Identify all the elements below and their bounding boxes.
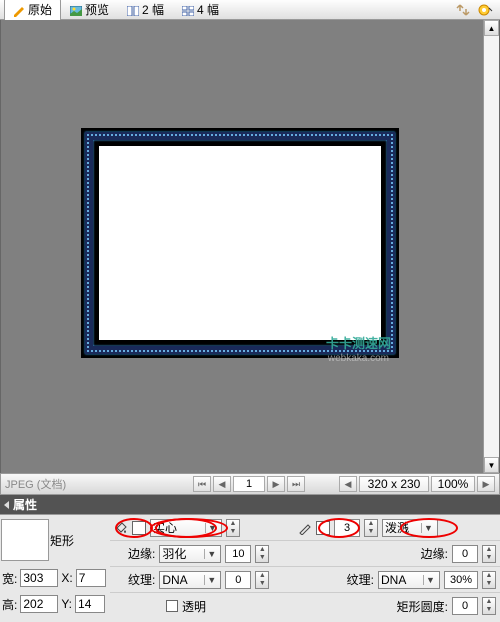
chevron-down-icon: ▼ <box>421 523 435 533</box>
texture-combo[interactable]: DNA▼ <box>159 571 221 589</box>
width-input[interactable]: 303 <box>20 569 58 587</box>
chevron-down-icon: ▼ <box>205 523 219 533</box>
tab-2up[interactable]: 2 幅 <box>118 0 173 21</box>
rect-round-label: 矩形圆度: <box>397 598 448 615</box>
height-input[interactable]: 202 <box>20 595 58 613</box>
shape-type-label: 矩形 <box>50 532 74 549</box>
stroke-texture-spinner[interactable]: ▲▼ <box>482 571 496 589</box>
properties-panel: 矩形 宽: 303 X: 7 高: 202 Y: 14 实心▼ ▲▼ 3 ▲▼ … <box>0 514 500 622</box>
chevron-down-icon: ▼ <box>204 575 218 585</box>
stroke-texture-label: 纹理: <box>347 571 374 588</box>
height-label: 高: <box>2 596 17 613</box>
collapse-icon <box>4 501 9 509</box>
nav-right-button[interactable]: ▶ <box>477 476 495 492</box>
stroke-texture-combo[interactable]: DNA▼ <box>378 571 440 589</box>
view-tabs: 原始 预览 2 幅 4 幅 <box>0 0 500 20</box>
settings-icon-button[interactable] <box>476 2 494 18</box>
export-icon-button[interactable] <box>454 2 472 18</box>
format-label: JPEG (文档) <box>5 476 191 492</box>
fill-mode-combo[interactable]: 实心▼ <box>150 519 222 537</box>
status-bar: JPEG (文档) ⏮ ◀ 1 ▶ ⏭ ◀ 320 x 230 100% ▶ <box>0 473 500 495</box>
edge-label: 边缘: <box>128 545 155 562</box>
tab-original[interactable]: 原始 <box>4 0 61 21</box>
first-page-button[interactable]: ⏮ <box>193 476 211 492</box>
zoom-display[interactable]: 100% <box>431 476 475 492</box>
page-number[interactable]: 1 <box>233 476 265 492</box>
watermark-sub: webkaka.com <box>328 353 389 364</box>
texture-amount-spinner[interactable]: ▲▼ <box>255 571 269 589</box>
width-label: 宽: <box>2 570 17 587</box>
stroke-texture-amount[interactable]: 30% <box>444 571 478 589</box>
fill-color-swatch[interactable] <box>132 521 146 535</box>
two-up-icon <box>127 5 139 15</box>
pencil-icon <box>298 521 312 535</box>
chevron-down-icon: ▼ <box>204 549 218 559</box>
stroke-edge-spinner[interactable]: ▲▼ <box>482 545 496 563</box>
vertical-scrollbar[interactable]: ▲ ▼ <box>483 20 499 473</box>
stroke-mode-combo[interactable]: 泼溅▼ <box>382 519 438 537</box>
properties-title: 属性 <box>13 496 37 513</box>
transparent-label: 透明 <box>182 598 206 615</box>
y-label: Y: <box>61 597 72 611</box>
tab-label: 2 幅 <box>142 1 164 18</box>
edge-amount-input[interactable]: 10 <box>225 545 251 563</box>
image-icon <box>70 5 82 15</box>
properties-header[interactable]: 属性 <box>0 495 500 514</box>
tab-preview[interactable]: 预览 <box>61 0 118 21</box>
stroke-edge-label: 边缘: <box>421 545 448 562</box>
shape-thumbnail[interactable] <box>1 519 49 561</box>
prev-page-button[interactable]: ◀ <box>213 476 231 492</box>
next-page-button[interactable]: ▶ <box>267 476 285 492</box>
tab-label: 4 幅 <box>197 1 219 18</box>
fill-mode-spinner[interactable]: ▲▼ <box>226 519 240 537</box>
document-preview[interactable]: 卡卡测速网 webkaka.com <box>81 128 399 358</box>
edge-mode-combo[interactable]: 羽化▼ <box>159 545 221 563</box>
scroll-up-icon[interactable]: ▲ <box>484 20 499 36</box>
transparent-checkbox[interactable] <box>166 600 178 612</box>
last-page-button[interactable]: ⏭ <box>287 476 305 492</box>
tab-label: 预览 <box>85 1 109 18</box>
texture-amount-input[interactable]: 0 <box>225 571 251 589</box>
y-input[interactable]: 14 <box>75 595 105 613</box>
tab-4up[interactable]: 4 幅 <box>173 0 228 21</box>
x-label: X: <box>61 571 72 585</box>
dimensions-display[interactable]: 320 x 230 <box>359 476 429 492</box>
edge-amount-spinner[interactable]: ▲▼ <box>255 545 269 563</box>
nav-left-button[interactable]: ◀ <box>339 476 357 492</box>
stroke-color-swatch[interactable] <box>316 521 330 535</box>
watermark-text: 卡卡测速网 <box>326 333 391 352</box>
scroll-down-icon[interactable]: ▼ <box>484 457 499 473</box>
canvas-area[interactable]: 卡卡测速网 webkaka.com ▲ ▼ <box>0 20 500 473</box>
texture-label: 纹理: <box>128 571 155 588</box>
rect-round-spinner[interactable]: ▲▼ <box>482 597 496 615</box>
tab-label: 原始 <box>28 1 52 18</box>
stroke-edge-input[interactable]: 0 <box>452 545 478 563</box>
stroke-width-input[interactable]: 3 <box>334 519 360 537</box>
x-input[interactable]: 7 <box>76 569 106 587</box>
stroke-width-spinner[interactable]: ▲▼ <box>364 519 378 537</box>
rect-round-input[interactable]: 0 <box>452 597 478 615</box>
four-up-icon <box>182 5 194 15</box>
fill-bucket-icon <box>114 521 128 535</box>
chevron-down-icon: ▼ <box>423 575 437 585</box>
pencil-icon <box>13 5 25 15</box>
